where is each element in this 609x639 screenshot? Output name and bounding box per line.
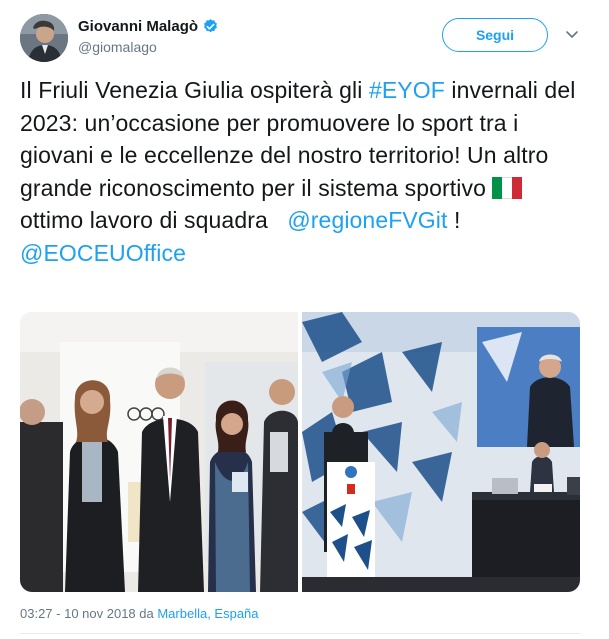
location-link[interactable]: Marbella, España — [157, 606, 258, 621]
group-photo[interactable] — [20, 312, 298, 592]
conference-photo[interactable] — [302, 312, 580, 592]
tweet-header: Giovanni Malagò @giomalago Segui — [20, 14, 590, 64]
mention-link[interactable]: @regioneFVGit — [287, 207, 447, 233]
user-handle[interactable]: @giomalago — [78, 39, 219, 55]
tweet-text-part: Il Friuli Venezia Giulia ospiterà gli — [20, 77, 369, 103]
tweet-meta: 03:27 - 10 nov 2018 da Marbella, España — [20, 606, 259, 621]
flag-white-stripe — [502, 176, 513, 199]
timestamp[interactable]: 03:27 - 10 nov 2018 da — [20, 606, 157, 621]
user-name[interactable]: Giovanni Malagò — [78, 18, 198, 35]
italy-flag-icon — [492, 175, 523, 199]
avatar[interactable] — [20, 14, 68, 62]
follow-button[interactable]: Segui — [442, 18, 548, 52]
tweet-text: Il Friuli Venezia Giulia ospiterà gli #E… — [20, 74, 590, 269]
chevron-down-icon[interactable] — [565, 28, 579, 40]
flag-red-stripe — [512, 176, 523, 199]
tweet-media — [20, 312, 580, 592]
verified-badge-icon — [202, 18, 219, 35]
mention-link[interactable]: @EOCEUOffice — [20, 240, 186, 266]
tweet-text-part: ! — [447, 207, 461, 233]
user-info: Giovanni Malagò @giomalago — [78, 18, 219, 55]
flag-green-stripe — [492, 176, 503, 199]
hashtag-link[interactable]: #EYOF — [369, 77, 445, 103]
divider — [20, 633, 580, 634]
